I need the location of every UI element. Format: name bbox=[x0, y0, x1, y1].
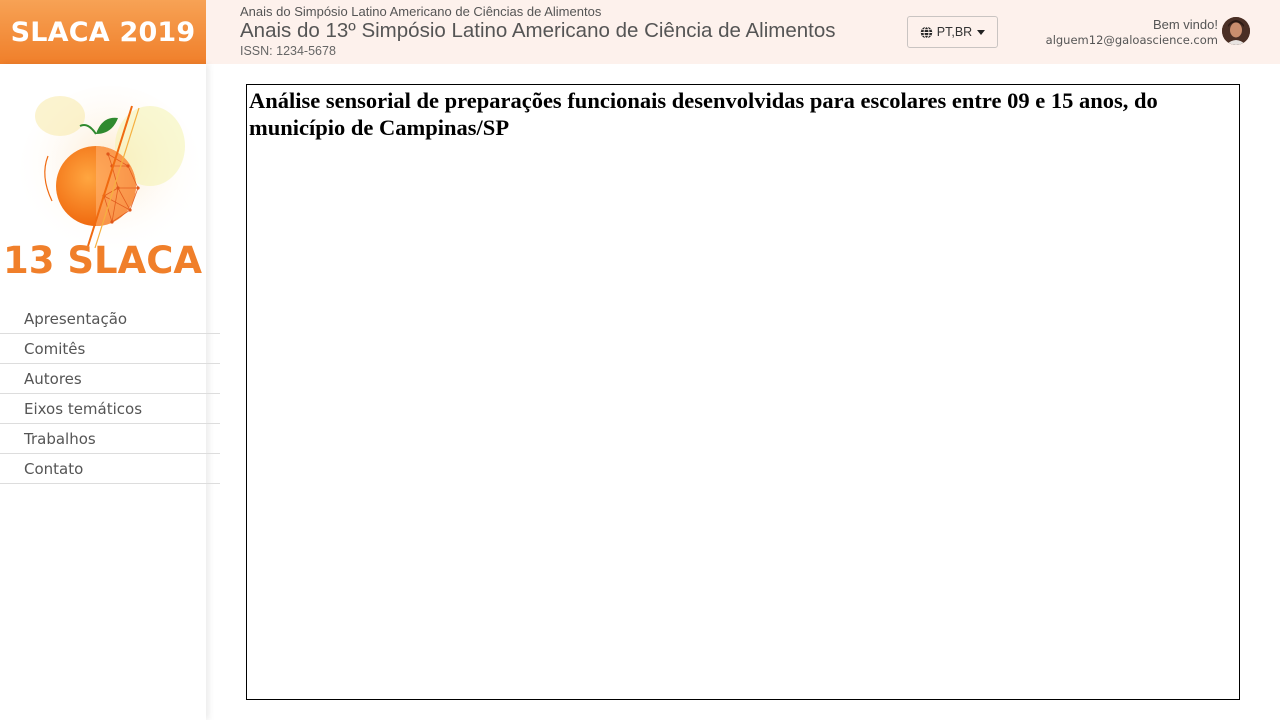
sidebar-item-contato[interactable]: Contato bbox=[0, 454, 220, 484]
brand-logo-text[interactable]: SLACA 2019 bbox=[0, 0, 206, 64]
paper-title: Análise sensorial de preparações funcion… bbox=[249, 88, 1158, 140]
logo-text: 13 SLACA bbox=[3, 239, 202, 282]
globe-icon bbox=[920, 25, 932, 39]
header-subtitle: Anais do Simpósio Latino Americano de Ci… bbox=[240, 4, 602, 19]
header-title: Anais do 13º Simpósio Latino Americano d… bbox=[240, 19, 836, 42]
sidebar-item-comites[interactable]: Comitês bbox=[0, 334, 220, 364]
paper-content-frame: Análise sensorial de preparações funcion… bbox=[246, 84, 1240, 700]
sidebar-menu: Apresentação Comitês Autores Eixos temát… bbox=[0, 304, 220, 484]
sidebar-item-trabalhos[interactable]: Trabalhos bbox=[0, 424, 220, 454]
event-logo[interactable]: 13 SLACA bbox=[0, 76, 206, 286]
welcome-text: Bem vindo! bbox=[1152, 17, 1218, 32]
sidebar-item-apresentacao[interactable]: Apresentação bbox=[0, 304, 220, 334]
sidebar-item-eixos-tematicos[interactable]: Eixos temáticos bbox=[0, 394, 220, 424]
avatar-image bbox=[1222, 17, 1250, 45]
user-avatar[interactable] bbox=[1222, 17, 1250, 45]
language-label: PT,BR bbox=[936, 25, 973, 39]
chevron-down-icon bbox=[977, 29, 986, 35]
sidebar: 13 SLACA Apresentação Comitês Autores Ei… bbox=[0, 64, 220, 720]
header-issn: ISSN: 1234-5678 bbox=[240, 44, 336, 58]
sidebar-item-autores[interactable]: Autores bbox=[0, 364, 220, 394]
language-selector-button[interactable]: PT,BR bbox=[907, 16, 998, 48]
top-header: Anais do Simpósio Latino Americano de Ci… bbox=[206, 0, 1280, 64]
user-email[interactable]: alguem12@galoascience.com bbox=[1046, 33, 1218, 47]
